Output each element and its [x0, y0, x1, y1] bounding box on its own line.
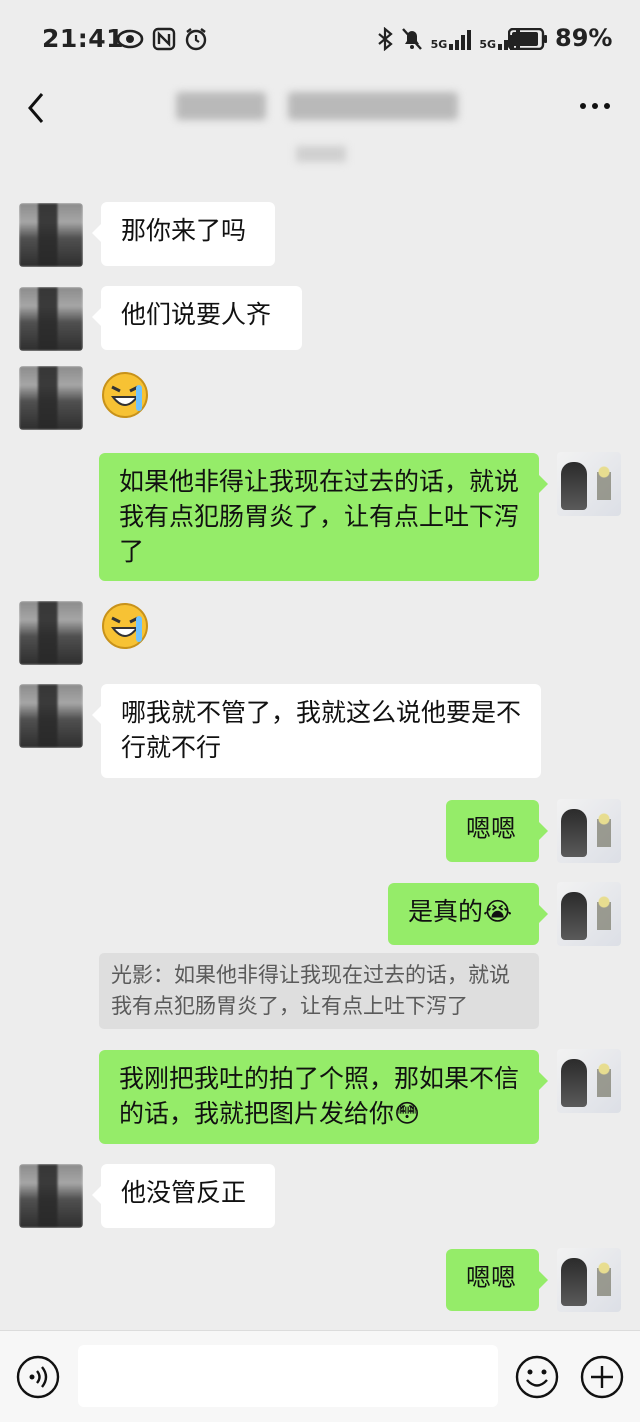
status-bar: 21:41 5G 5G 89%: [0, 0, 640, 78]
avatar-self[interactable]: [557, 1248, 621, 1312]
cry-laugh-sticker-icon[interactable]: [100, 369, 150, 419]
avatar-contact[interactable]: [19, 684, 83, 748]
message-bubble[interactable]: 哪我就不管了，我就这么说他要是不行就不行: [92, 684, 541, 778]
network-type-2: 5G: [479, 38, 496, 51]
eye-icon: [116, 29, 144, 49]
network-type-1: 5G: [430, 38, 448, 51]
avatar-self[interactable]: [557, 1049, 621, 1113]
avatar-self[interactable]: [557, 452, 621, 516]
battery-icon: [508, 28, 547, 50]
battery-percent: 89%: [555, 24, 613, 52]
chevron-left-icon[interactable]: [22, 88, 52, 128]
avatar-self[interactable]: [557, 799, 621, 863]
chat-subtitle-blurred: [296, 146, 346, 162]
input-bar: [0, 1330, 640, 1422]
plus-icon[interactable]: [580, 1355, 624, 1399]
message-bubble-self[interactable]: 我刚把我吐的拍了个照，那如果不信的话，我就把图片发给你😳: [99, 1050, 548, 1144]
avatar-contact[interactable]: [19, 366, 83, 430]
message-input[interactable]: [78, 1345, 498, 1407]
avatar-contact[interactable]: [19, 203, 83, 267]
message-bubble[interactable]: 他们说要人齐: [92, 286, 302, 350]
quoted-message[interactable]: 光影：如果他非得让我现在过去的话，就说我有点犯肠胃炎了，让有点上吐下泻了: [99, 953, 539, 1029]
message-bubble-self[interactable]: 嗯嗯: [446, 800, 548, 862]
avatar-contact[interactable]: [19, 287, 83, 351]
message-bubble-self[interactable]: 如果他非得让我现在过去的话，就说我有点犯肠胃炎了，让有点上吐下泻了: [99, 453, 548, 581]
status-right-icons: 5G 5G: [377, 26, 520, 52]
message-bubble[interactable]: 他没管反正: [92, 1164, 275, 1228]
alarm-icon: [185, 28, 207, 51]
bluetooth-icon: [377, 27, 393, 51]
message-bubble-self[interactable]: 是真的😭: [388, 883, 548, 945]
message-bubble-self[interactable]: 嗯嗯: [446, 1249, 548, 1311]
signal-icon: 5G: [431, 28, 472, 50]
avatar-self[interactable]: [557, 882, 621, 946]
chat-header: [0, 78, 640, 168]
avatar-contact[interactable]: [19, 601, 83, 665]
message-bubble[interactable]: 那你来了吗: [92, 202, 275, 266]
nfc-icon: [152, 27, 176, 51]
more-horizontal-icon[interactable]: [578, 96, 612, 116]
status-left-icons: [116, 26, 208, 52]
cry-laugh-sticker-icon[interactable]: [100, 600, 150, 650]
chat-title-blurred: [176, 92, 266, 120]
status-time: 21:41: [42, 24, 125, 53]
voice-icon[interactable]: [16, 1355, 60, 1399]
emoji-icon[interactable]: [515, 1355, 559, 1399]
chat-title-blurred-2: [288, 92, 458, 120]
mute-bell-icon: [401, 28, 422, 50]
avatar-contact[interactable]: [19, 1164, 83, 1228]
